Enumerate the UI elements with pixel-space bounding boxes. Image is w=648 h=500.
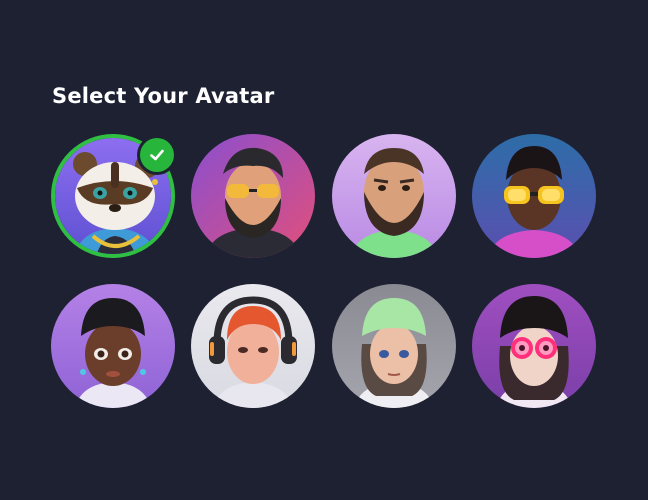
- avatar-image: [472, 284, 596, 408]
- avatar-grid: [51, 134, 597, 410]
- checkmark-icon: [150, 149, 164, 161]
- page-title: Select Your Avatar: [52, 84, 275, 108]
- avatar-option-neon-goggles[interactable]: [472, 284, 596, 408]
- avatar-option-bearded-yellow-glasses[interactable]: [191, 134, 315, 258]
- avatar-image: [332, 284, 456, 408]
- avatar-image: [472, 134, 596, 258]
- avatar-image: [51, 284, 175, 408]
- avatar-image: [191, 134, 315, 258]
- avatar-option-black-beanie[interactable]: [51, 284, 175, 408]
- avatar-option-green-beanie[interactable]: [332, 284, 456, 408]
- avatar-option-raccoon[interactable]: [51, 134, 175, 258]
- avatar-option-yellow-goggles[interactable]: [472, 134, 596, 258]
- avatar-image: [191, 284, 315, 408]
- avatar-option-headphones[interactable]: [191, 284, 315, 408]
- avatar-option-bearded-green-shirt[interactable]: [332, 134, 456, 258]
- avatar-picker-panel: Select Your Avatar: [0, 0, 648, 500]
- avatar-image: [332, 134, 456, 258]
- selected-check-badge: [140, 138, 174, 172]
